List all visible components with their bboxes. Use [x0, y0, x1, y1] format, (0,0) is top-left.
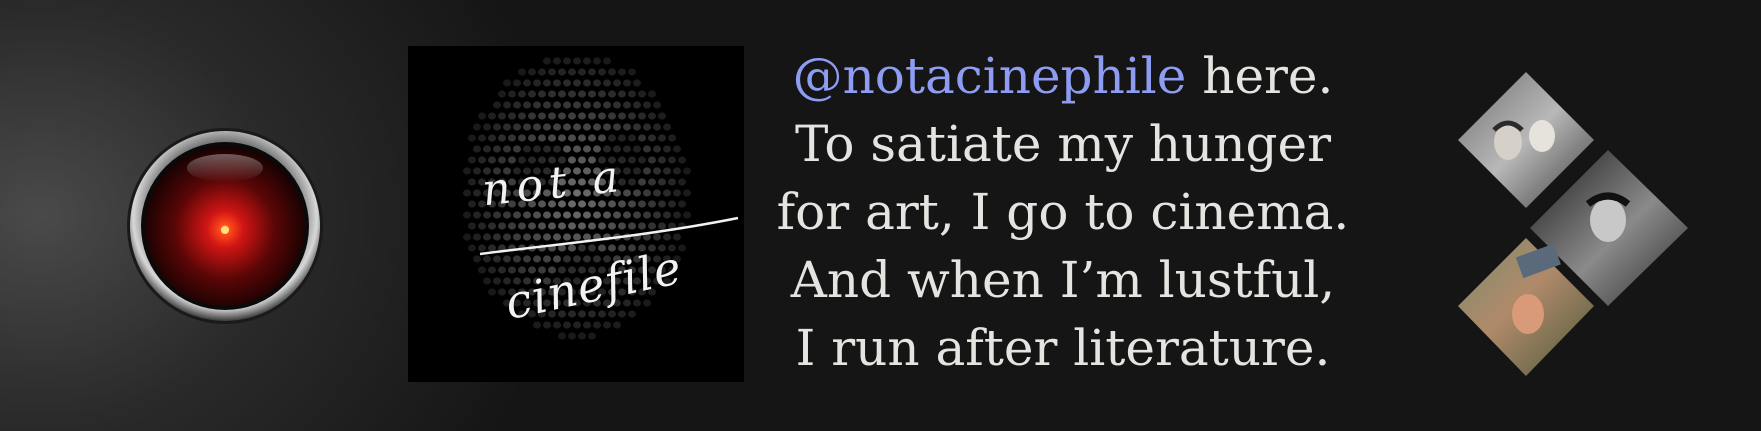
bio-line-3: for art, I go to cinema. [776, 183, 1350, 241]
channel-logo: not a cinefile [408, 46, 744, 382]
profile-banner: not a cinefile @notacinephile here. To s… [0, 0, 1761, 431]
bio-line-4: And when I’m lustful, [790, 251, 1336, 309]
bio-line-5: I run after literature. [795, 319, 1331, 377]
bio-line-1-rest: here. [1186, 47, 1334, 105]
film-stills-collage [1458, 70, 1690, 378]
logo-underline [479, 216, 739, 256]
user-handle[interactable]: @notacinephile [793, 47, 1187, 105]
hal-9000-eye-icon [125, 126, 325, 326]
bio-text: @notacinephile here. To satiate my hunge… [748, 42, 1378, 382]
bio-line-1: @notacinephile here. [748, 42, 1378, 110]
bio-line-2: To satiate my hunger [794, 115, 1332, 173]
